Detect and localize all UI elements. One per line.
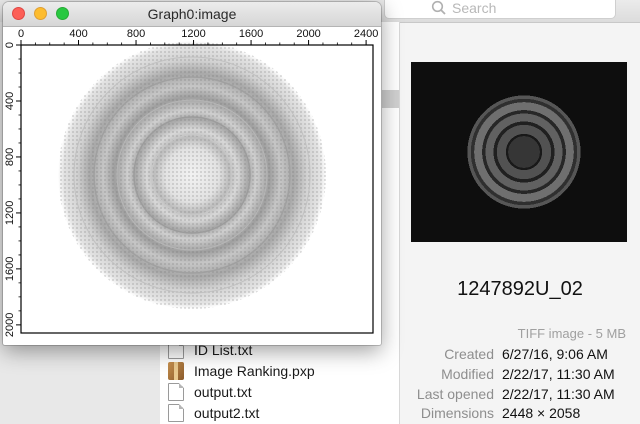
file-row-output[interactable]: output.txt <box>168 382 388 402</box>
file-row-image-ranking[interactable]: Image Ranking.pxp <box>168 361 388 381</box>
file-name: output2.txt <box>194 405 260 421</box>
meta-value: 6/27/16, 9:06 AM <box>502 346 608 362</box>
x-tick-label: 0 <box>18 28 24 40</box>
meta-value: 2448 × 2058 <box>502 405 581 421</box>
x-axis-labels: 0 400 800 1200 1600 2000 2400 <box>18 28 378 40</box>
x-tick-label: 1600 <box>239 28 263 40</box>
y-tick-label: 1200 <box>4 201 16 225</box>
window-title: Graph0:image <box>147 6 237 22</box>
file-name: Image Ranking.pxp <box>194 363 315 379</box>
y-tick-label: 2000 <box>4 313 16 337</box>
meta-value: 2/22/17, 11:30 AM <box>502 366 615 382</box>
preview-image-content <box>444 72 604 232</box>
selected-row-highlight <box>382 90 399 108</box>
file-row-output2[interactable]: output2.txt <box>168 403 388 423</box>
plot-image <box>58 41 326 309</box>
meta-key: Modified <box>441 366 494 382</box>
y-tick-label: 1600 <box>4 257 16 281</box>
x-tick-label: 400 <box>69 28 87 40</box>
search-icon <box>431 0 446 15</box>
document-icon <box>168 404 184 422</box>
meta-row-last-opened: Last opened 2/22/17, 11:30 AM <box>400 386 640 404</box>
x-tick-label: 800 <box>127 28 145 40</box>
image-plot[interactable]: 0 400 800 1200 1600 2000 2400 0 400 800 1200 1600 2… <box>3 26 381 345</box>
preview-filename: 1247892U_02 <box>457 278 583 300</box>
document-icon <box>168 383 184 401</box>
search-field[interactable] <box>384 0 616 19</box>
y-tick-label: 0 <box>4 42 16 48</box>
x-tick-label: 2400 <box>354 28 378 40</box>
meta-row-dimensions: Dimensions 2448 × 2058 <box>400 405 640 423</box>
package-icon <box>168 362 184 380</box>
meta-key: Dimensions <box>420 405 494 421</box>
meta-key: Last opened <box>416 386 494 402</box>
meta-key: Created <box>444 346 494 362</box>
x-tick-label: 2000 <box>296 28 320 40</box>
file-name: output.txt <box>194 384 252 400</box>
y-tick-label: 800 <box>4 148 16 166</box>
y-tick-label: 400 <box>4 92 16 110</box>
meta-row-modified: Modified 2/22/17, 11:30 AM <box>400 366 640 384</box>
x-tick-label: 1200 <box>181 28 205 40</box>
meta-value: 2/22/17, 11:30 AM <box>502 386 615 402</box>
search-placeholder[interactable]: Search <box>452 0 496 16</box>
preview-kind: TIFF image - 5 MB <box>517 326 626 341</box>
graph-window[interactable]: Graph0:image 0 400 800 1200 1600 2000 24… <box>3 2 381 345</box>
meta-row-created: Created 6/27/16, 9:06 AM <box>400 346 640 364</box>
y-axis-labels: 0 400 800 1200 1600 2000 <box>4 42 16 337</box>
